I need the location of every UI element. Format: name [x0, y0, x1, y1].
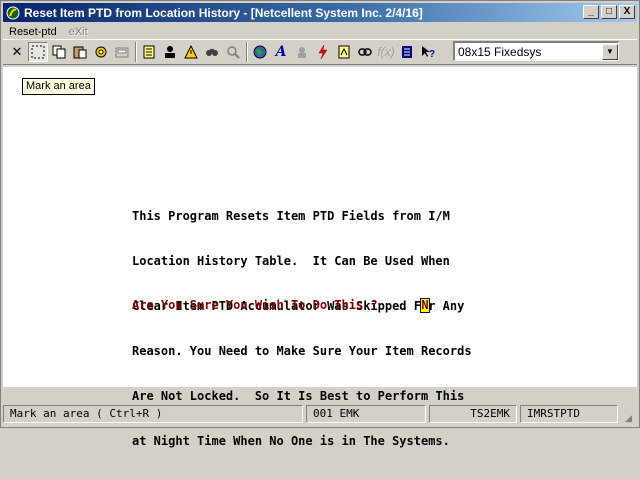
- menu-bar: Reset-ptd eXit: [3, 24, 94, 40]
- font-icon[interactable]: A: [271, 42, 291, 62]
- toolbar-separator: [246, 42, 248, 62]
- font-select[interactable]: 08x15 Fixedsys ▼: [453, 41, 619, 61]
- confirm-prompt: Are You Sure You Wish To Do This ?: [132, 298, 378, 312]
- contact-icon[interactable]: [292, 42, 312, 62]
- answer-input[interactable]: N: [420, 298, 430, 313]
- message-line: at Night Time When No One is in The Syst…: [132, 434, 450, 448]
- maximize-button[interactable]: □: [601, 5, 617, 19]
- mark-area-icon[interactable]: [28, 42, 48, 62]
- message-line: Are Not Locked. So It Is Best to Perform…: [132, 389, 465, 403]
- lightning-icon[interactable]: [313, 42, 333, 62]
- tooltip: Mark an area: [22, 78, 95, 95]
- calculator-icon[interactable]: [334, 42, 354, 62]
- help-icon[interactable]: ?: [418, 42, 438, 62]
- menu-exit[interactable]: eXit: [63, 26, 94, 38]
- message-line: Reason. You Need to Make Sure Your Item …: [132, 344, 472, 358]
- status-bar: Mark an area ( Ctrl+R ) 001 EMK TS2EMK I…: [3, 403, 637, 425]
- globe-icon[interactable]: [250, 42, 270, 62]
- terminal-screen[interactable]: This Program Resets Item PTD Fields from…: [3, 67, 637, 448]
- alert-icon[interactable]: [181, 42, 201, 62]
- message-block: This Program Resets Item PTD Fields from…: [132, 179, 472, 479]
- toolbar-separator: [135, 42, 137, 62]
- window-title: Reset Item PTD from Location History - […: [24, 5, 423, 20]
- close-window-button[interactable]: X: [619, 5, 635, 19]
- message-line: Location History Table. It Can Be Used W…: [132, 254, 450, 268]
- minimize-button[interactable]: _: [583, 5, 599, 19]
- status-user: TS2EMK: [429, 405, 517, 423]
- paste-icon[interactable]: [70, 42, 90, 62]
- font-select-value: 08x15 Fixedsys: [458, 44, 542, 59]
- chevron-down-icon[interactable]: ▼: [602, 43, 618, 60]
- copy-icon[interactable]: [49, 42, 69, 62]
- find-icon[interactable]: [202, 42, 222, 62]
- user-icon[interactable]: [160, 42, 180, 62]
- close-icon[interactable]: ✕: [7, 42, 27, 62]
- title-bar[interactable]: Reset Item PTD from Location History - […: [3, 3, 637, 22]
- app-icon: [6, 6, 20, 19]
- resize-grip-icon[interactable]: ◢: [625, 413, 637, 425]
- app-window: Reset Item PTD from Location History - […: [0, 0, 640, 448]
- svg-text:?: ?: [429, 49, 435, 59]
- function-icon[interactable]: f(x): [376, 42, 396, 62]
- settings-icon[interactable]: [91, 42, 111, 62]
- status-program: IMRSTPTD: [520, 405, 618, 423]
- zoom-icon[interactable]: [223, 42, 243, 62]
- message-line: This Program Resets Item PTD Fields from…: [132, 209, 450, 223]
- print-setup-icon[interactable]: [112, 42, 132, 62]
- list-icon[interactable]: [397, 42, 417, 62]
- notes-icon[interactable]: [139, 42, 159, 62]
- status-company: 001 EMK: [306, 405, 426, 423]
- status-hint: Mark an area ( Ctrl+R ): [3, 405, 303, 423]
- menu-reset-ptd[interactable]: Reset-ptd: [3, 26, 63, 38]
- link-icon[interactable]: [355, 42, 375, 62]
